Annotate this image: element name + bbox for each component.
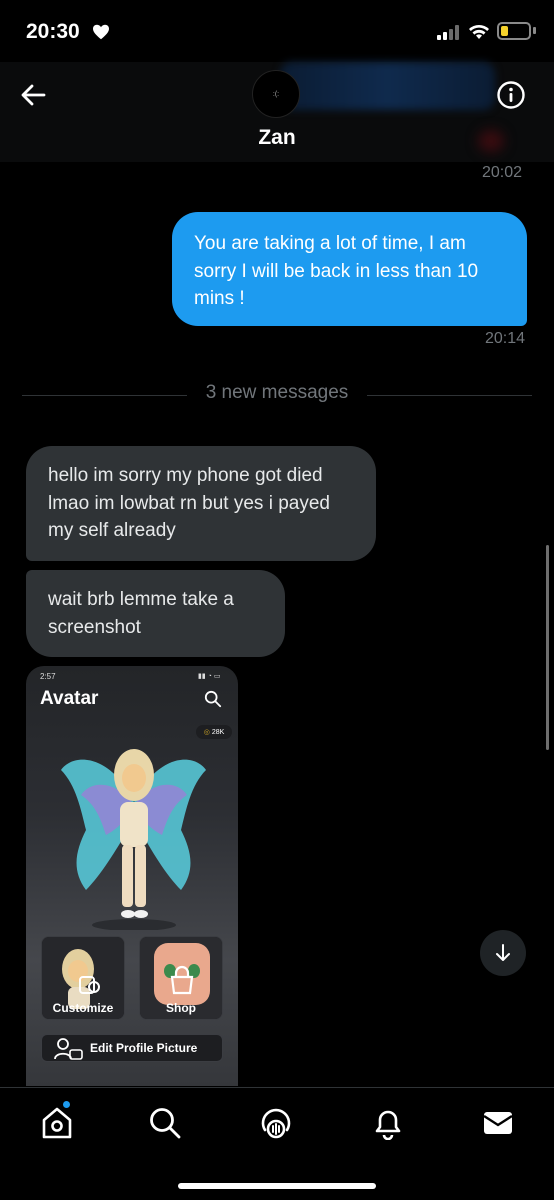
attachment-status-time: 2:57: [40, 672, 56, 681]
home-icon[interactable]: [40, 1106, 74, 1140]
edit-profile-picture-bar: Edit Profile Picture: [41, 1034, 223, 1062]
battery-nub: [533, 27, 536, 34]
edit-profile-picture-label: Edit Profile Picture: [90, 1041, 198, 1055]
info-icon[interactable]: [496, 80, 526, 110]
incoming-message-bubble[interactable]: hello im sorry my phone got died lmao im…: [26, 446, 376, 561]
status-bar: 20:30: [0, 0, 554, 62]
customize-label: Customize: [52, 1001, 114, 1015]
scrollbar-thumb[interactable]: [546, 545, 549, 750]
attachment-status-icons: ▮▮ ◔ ▭: [198, 673, 221, 680]
arrow-down-icon: [496, 944, 510, 961]
notifications-icon[interactable]: [371, 1106, 405, 1140]
incoming-message-bubble[interactable]: wait brb lemme take a screenshot: [26, 570, 285, 657]
battery-icon: [497, 22, 531, 40]
scroll-to-bottom-button[interactable]: [480, 930, 526, 976]
divider-line-right: [367, 395, 532, 396]
home-notification-dot: [62, 1100, 71, 1109]
attachment-title: Avatar: [40, 688, 99, 709]
customize-tile: Customize: [41, 936, 125, 1020]
messages-icon[interactable]: [481, 1106, 515, 1140]
heart-icon: [93, 24, 109, 40]
new-messages-divider: 3 new messages: [205, 382, 349, 403]
signal-icon: [437, 25, 459, 40]
contact-avatar[interactable]: :(:: [252, 70, 300, 118]
search-icon: [204, 690, 222, 708]
spaces-icon[interactable]: [259, 1106, 293, 1140]
shop-tile: Shop: [139, 936, 223, 1020]
avatar-figure-image: [61, 749, 206, 930]
status-time: 20:30: [26, 20, 80, 43]
wifi-icon: [469, 25, 489, 39]
contact-name[interactable]: Zan: [0, 126, 554, 150]
home-indicator[interactable]: [178, 1183, 376, 1189]
blurred-banner: [280, 62, 495, 110]
back-arrow-icon[interactable]: [18, 80, 48, 110]
shop-label: Shop: [166, 1001, 196, 1015]
message-timestamp: 20:02: [482, 164, 523, 181]
outgoing-message-bubble[interactable]: You are taking a lot of time, I am sorry…: [172, 212, 527, 326]
search-icon[interactable]: [148, 1106, 182, 1140]
image-attachment[interactable]: 2:57 ▮▮ ◔ ▭ Avatar ◎ 28K Customize Shop …: [26, 666, 238, 1086]
conversation-header: :(: Zan: [0, 62, 554, 162]
message-timestamp: 20:14: [485, 330, 526, 347]
